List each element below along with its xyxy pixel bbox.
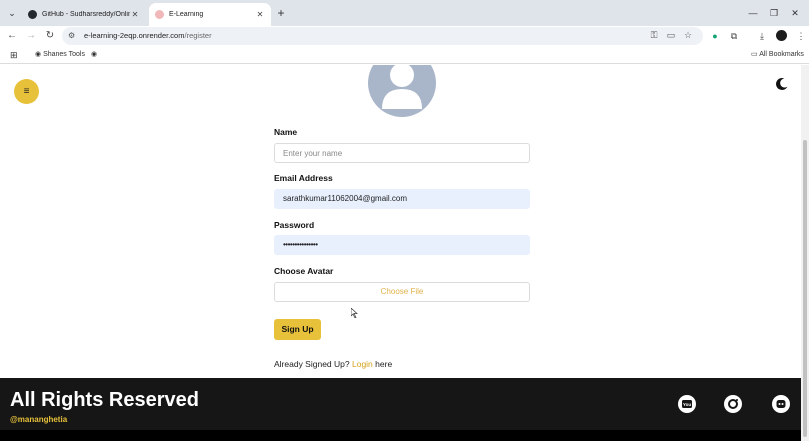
browser-toolbar: ← → ↻ ⚙ e-learning-2eqp.onrender.com/reg… [0, 26, 809, 46]
site-info-icon[interactable]: ⚙ [68, 31, 75, 40]
folder-icon: ▭ [751, 51, 758, 58]
apps-grid-icon[interactable]: ⊞ [10, 49, 18, 61]
tab-strip: ⌄ GitHub - Sudharsreddy/Online ✕ E-Learn… [0, 0, 809, 26]
sign-up-button[interactable]: Sign Up [274, 319, 321, 340]
footer-handle[interactable]: @mananghetia [10, 415, 67, 424]
bottom-strip [0, 430, 801, 441]
tab-title: E-Learning [169, 11, 204, 18]
browser-menu-icon[interactable]: ⋮ [794, 29, 808, 43]
menu-hamburger-icon[interactable]: ≡ [14, 79, 39, 104]
already-signed-up-text: Already Signed Up? Login here [274, 359, 392, 369]
password-input[interactable]: ••••••••••••••• [274, 235, 530, 255]
svg-text:You: You [683, 402, 691, 407]
tab-search-chevron-icon[interactable]: ⌄ [4, 5, 20, 21]
tab-elearning[interactable]: E-Learning ✕ [149, 3, 271, 26]
extensions-puzzle-icon[interactable]: ⧉ [727, 29, 741, 43]
cast-icon[interactable]: ▭ [665, 30, 677, 41]
mouse-cursor-icon [350, 305, 358, 319]
password-key-icon[interactable]: ⚿ [648, 30, 660, 41]
close-tab-icon[interactable]: ✕ [255, 10, 265, 19]
back-icon[interactable]: ← [5, 28, 19, 44]
url-path: /register [184, 31, 212, 40]
globe-icon: ◉ [35, 51, 42, 58]
scrollbar-thumb[interactable] [803, 140, 807, 437]
profile-avatar[interactable] [776, 30, 787, 41]
email-label: Email Address [274, 173, 333, 183]
footer-title: All Rights Reserved [10, 389, 199, 411]
page-scrollbar[interactable] [801, 65, 809, 441]
instagram-icon[interactable] [724, 395, 742, 413]
footer: All Rights Reserved @mananghetia You [0, 378, 801, 430]
reload-icon[interactable]: ↻ [43, 28, 57, 44]
tab-github[interactable]: GitHub - Sudharsreddy/Online ✕ [22, 3, 146, 26]
close-tab-icon[interactable]: ✕ [130, 10, 140, 19]
already-text: Already Signed Up? [274, 359, 350, 369]
bookmarks-bar: ⊞ ◉ Shanes Tools ◉ ▭ All Bookmarks [0, 46, 809, 64]
new-tab-icon[interactable]: + [275, 5, 287, 21]
avatar-label: Choose Avatar [274, 266, 334, 276]
github-favicon-icon [28, 10, 37, 19]
bookmark-label: Shanes Tools [43, 51, 85, 58]
name-label: Name [274, 127, 298, 137]
youtube-icon[interactable]: You [678, 395, 696, 413]
address-bar[interactable]: ⚙ e-learning-2eqp.onrender.com/register … [62, 27, 703, 45]
choose-file-input[interactable]: Choose File [274, 282, 530, 302]
dark-mode-moon-icon[interactable] [774, 76, 790, 92]
password-label: Password [274, 220, 315, 230]
all-bookmarks[interactable]: ▭ All Bookmarks [751, 49, 804, 61]
download-icon[interactable]: ⤓ [755, 29, 769, 43]
already-suffix: here [375, 359, 393, 369]
url-text: e-learning-2eqp.onrender.com/register [84, 31, 212, 40]
bookmark-star-icon[interactable]: ☆ [682, 30, 694, 41]
bookmark-shanes-tools[interactable]: ◉ Shanes Tools [35, 49, 85, 61]
elearning-favicon-icon [155, 10, 164, 19]
extension-grammarly-icon[interactable]: ● [708, 29, 722, 43]
page-viewport: ≡ Name Email Address sarathkumar11062004… [0, 65, 801, 441]
login-link[interactable]: Login [352, 359, 373, 369]
minimize-icon[interactable]: — [746, 5, 760, 21]
close-window-icon[interactable]: ✕ [788, 5, 802, 21]
avatar-placeholder-icon [368, 65, 436, 117]
bookmark-globe-icon[interactable]: ◉ [91, 49, 97, 61]
name-input[interactable] [274, 143, 530, 163]
github-icon[interactable] [772, 395, 790, 413]
email-input[interactable]: sarathkumar11062004@gmail.com [274, 189, 530, 209]
url-host: e-learning-2eqp.onrender.com [84, 31, 185, 40]
restore-icon[interactable]: ❐ [767, 5, 781, 21]
all-bookmarks-label: All Bookmarks [759, 51, 804, 58]
forward-icon[interactable]: → [24, 28, 38, 44]
tab-title: GitHub - Sudharsreddy/Online [42, 11, 130, 18]
